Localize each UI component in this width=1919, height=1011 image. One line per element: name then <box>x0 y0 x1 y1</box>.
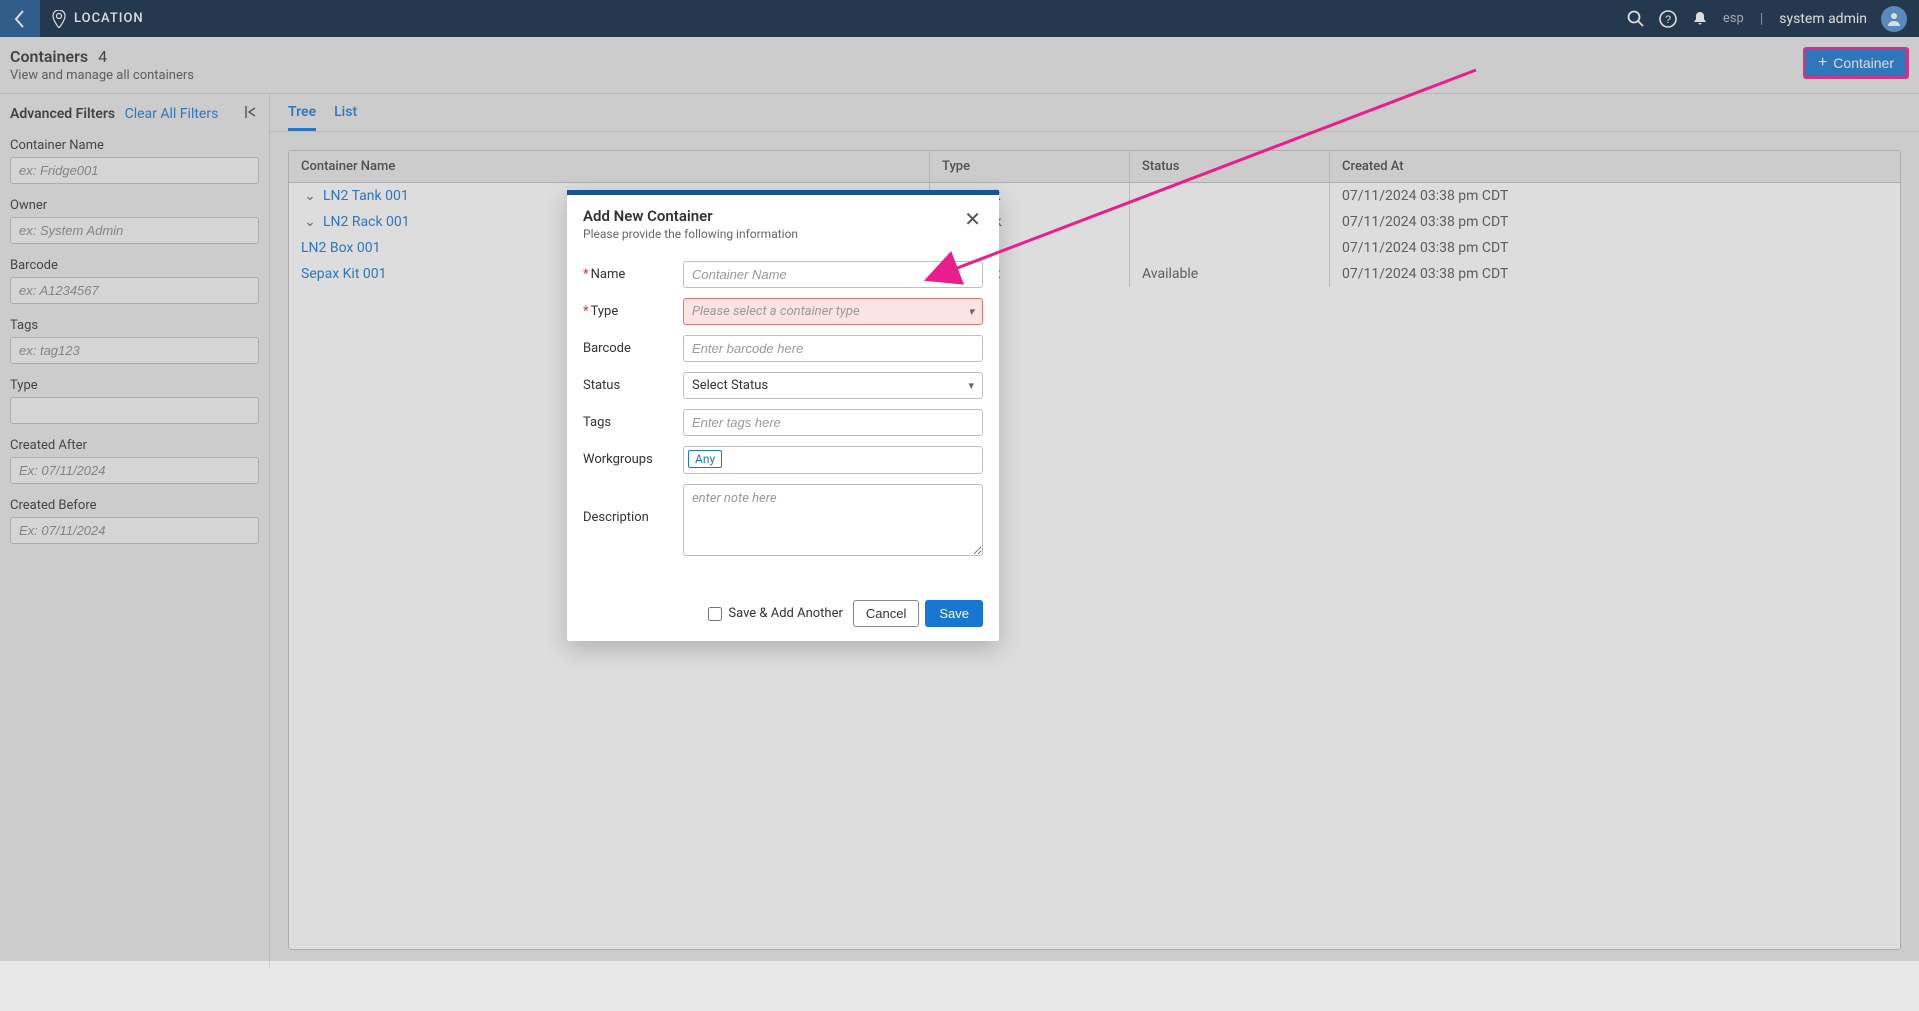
cell-created: 07/11/2024 03:38 pm CDT <box>1329 261 1900 287</box>
page-title: Containers4 <box>10 47 194 66</box>
chevron-down-icon[interactable]: ⌄ <box>301 214 319 230</box>
location-label: LOCATION <box>74 11 144 26</box>
modal-barcode-input[interactable] <box>683 335 983 362</box>
modal-tags-input[interactable] <box>683 409 983 436</box>
filter-owner-input[interactable] <box>10 217 259 244</box>
modal-label-type: *Type <box>583 298 683 319</box>
page-subtitle: View and manage all containers <box>10 68 194 83</box>
filter-created-before-input[interactable] <box>10 517 259 544</box>
table-body: ⌄ LN2 Tank 001 LN2 Tank 07/11/2024 03:38… <box>289 183 1900 949</box>
view-tabs: Tree List <box>270 94 1919 132</box>
user-avatar[interactable] <box>1881 6 1907 32</box>
add-container-modal: Add New Container Please provide the fol… <box>567 190 999 641</box>
table-row: ⌄ LN2 Rack 001 LN2 Rack 07/11/2024 03:38… <box>289 209 1900 235</box>
modal-label-name: *Name <box>583 261 683 282</box>
cancel-button[interactable]: Cancel <box>853 600 919 627</box>
modal-label-tags: Tags <box>583 409 683 430</box>
chevron-left-icon <box>13 9 27 29</box>
plus-icon: + <box>1818 55 1827 71</box>
page-header: Containers4 View and manage all containe… <box>0 37 1919 94</box>
back-button[interactable] <box>0 0 40 37</box>
cell-created: 07/11/2024 03:38 pm CDT <box>1329 209 1900 235</box>
th-type[interactable]: Type <box>929 151 1129 182</box>
table-row: ⌄ LN2 Tank 001 LN2 Tank 07/11/2024 03:38… <box>289 183 1900 209</box>
cell-status <box>1129 183 1329 209</box>
table-row: LN2 Box 001 07/11/2024 03:38 pm CDT <box>289 235 1900 261</box>
svg-text:?: ? <box>1665 14 1671 26</box>
tree-node-link[interactable]: Sepax Kit 001 <box>301 266 386 282</box>
help-icon[interactable]: ? <box>1659 10 1677 28</box>
page-count: 4 <box>98 47 107 66</box>
tree-node-link[interactable]: LN2 Rack 001 <box>323 214 410 230</box>
header-divider: | <box>1760 11 1763 27</box>
tab-list[interactable]: List <box>334 104 357 131</box>
location-breadcrumb[interactable]: LOCATION <box>40 10 156 28</box>
save-add-another-checkbox[interactable]: Save & Add Another <box>708 606 843 621</box>
modal-status-select[interactable]: Select Status <box>683 372 983 399</box>
modal-workgroups-input[interactable]: Any <box>683 446 983 474</box>
th-created-at[interactable]: Created At <box>1329 151 1900 182</box>
filter-label-type: Type <box>10 378 259 393</box>
filter-label-tags: Tags <box>10 318 259 333</box>
filter-label-owner: Owner <box>10 198 259 213</box>
container-table: Container Name Type Status Created At ⌄ … <box>288 150 1901 950</box>
filter-label-barcode: Barcode <box>10 258 259 273</box>
user-icon <box>1886 11 1902 27</box>
modal-label-status: Status <box>583 372 683 393</box>
cell-status: Available <box>1129 261 1329 287</box>
filter-tags-input[interactable] <box>10 337 259 364</box>
modal-label-barcode: Barcode <box>583 335 683 356</box>
advanced-filters-title: Advanced Filters <box>10 106 115 122</box>
tree-node-link[interactable]: LN2 Tank 001 <box>323 188 409 204</box>
filter-created-after-input[interactable] <box>10 457 259 484</box>
filter-type-input[interactable] <box>10 397 259 424</box>
table-row: Sepax Kit 001 Sepax Kit Available 07/11/… <box>289 261 1900 287</box>
table-header: Container Name Type Status Created At <box>289 151 1900 183</box>
modal-name-input[interactable] <box>683 261 983 288</box>
chevron-down-icon[interactable]: ⌄ <box>301 188 319 204</box>
save-add-another-box[interactable] <box>708 607 722 621</box>
filter-label-created-after: Created After <box>10 438 259 453</box>
modal-label-description: Description <box>583 484 683 525</box>
cell-status <box>1129 209 1329 235</box>
modal-description-textarea[interactable] <box>683 484 983 556</box>
chevron-down-icon <box>968 304 974 319</box>
clear-all-filters-link[interactable]: Clear All Filters <box>125 106 219 122</box>
bell-icon[interactable] <box>1691 10 1709 28</box>
filter-barcode-input[interactable] <box>10 277 259 304</box>
cell-status <box>1129 235 1329 261</box>
th-status[interactable]: Status <box>1129 151 1329 182</box>
chevron-down-icon <box>968 378 974 393</box>
location-pin-icon <box>52 10 66 28</box>
cell-created: 07/11/2024 03:38 pm CDT <box>1329 235 1900 261</box>
modal-type-select[interactable]: Please select a container type <box>683 298 983 325</box>
filter-label-created-before: Created Before <box>10 498 259 513</box>
add-container-label: Container <box>1833 55 1894 71</box>
modal-label-workgroups: Workgroups <box>583 446 683 467</box>
user-name[interactable]: system admin <box>1779 11 1867 27</box>
search-icon[interactable] <box>1627 10 1645 28</box>
cell-created: 07/11/2024 03:38 pm CDT <box>1329 183 1900 209</box>
app-header: LOCATION ? esp | system admin <box>0 0 1919 37</box>
filter-label-container-name: Container Name <box>10 138 259 153</box>
save-button[interactable]: Save <box>925 600 983 627</box>
filter-sidebar: Advanced Filters Clear All Filters Conta… <box>0 94 270 968</box>
add-container-button[interactable]: + Container <box>1803 47 1909 79</box>
collapse-sidebar-icon[interactable] <box>243 104 259 124</box>
workgroup-tag[interactable]: Any <box>688 450 722 468</box>
header-right: ? esp | system admin <box>1627 6 1919 32</box>
th-container-name[interactable]: Container Name <box>289 151 929 182</box>
tree-node-link[interactable]: LN2 Box 001 <box>301 240 380 256</box>
modal-title: Add New Container <box>583 207 798 225</box>
filter-container-name-input[interactable] <box>10 157 259 184</box>
modal-subtitle: Please provide the following information <box>583 227 798 241</box>
content-area: Tree List Container Name Type Status Cre… <box>270 94 1919 968</box>
tab-tree[interactable]: Tree <box>288 104 316 131</box>
close-icon[interactable]: ✕ <box>962 207 983 231</box>
esp-label: esp <box>1723 11 1744 26</box>
